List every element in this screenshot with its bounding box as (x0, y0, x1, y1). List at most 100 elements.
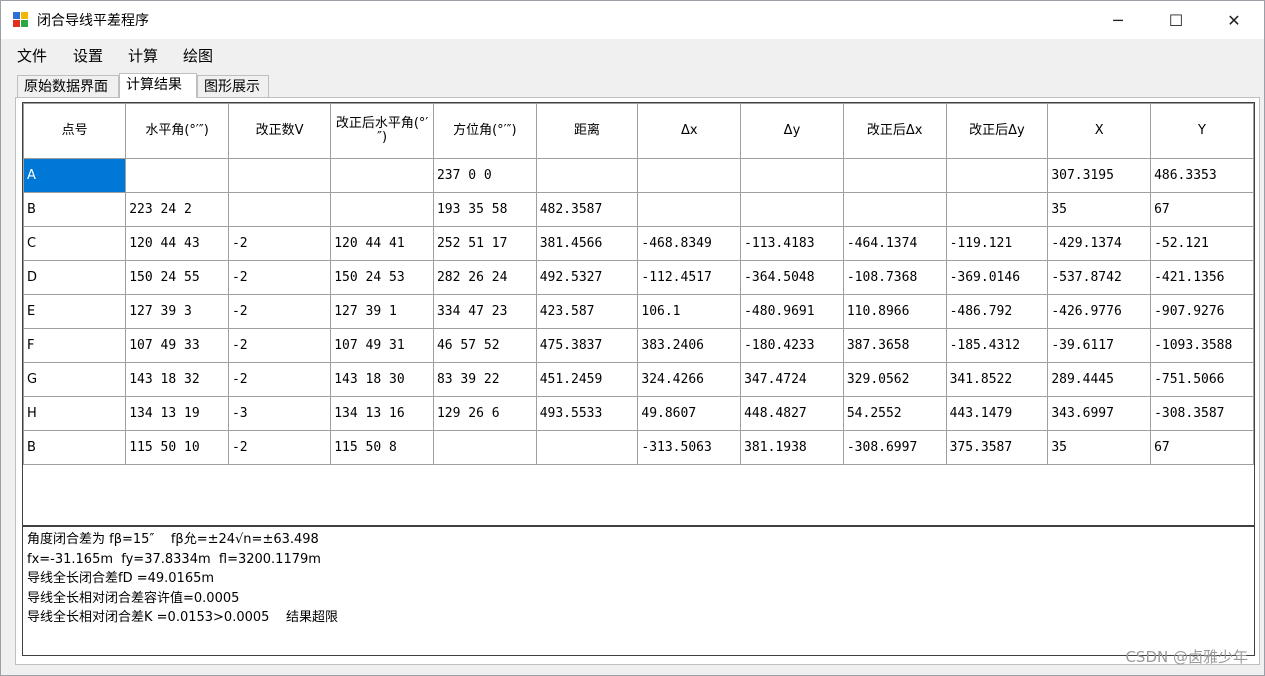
table-cell[interactable]: 115 50 10 (125, 430, 229, 465)
table-cell[interactable]: -2 (227, 328, 332, 363)
table-cell[interactable]: -2 (227, 362, 332, 397)
table-cell[interactable]: -313.5063 (637, 430, 742, 465)
column-header[interactable]: 方位角(°′″) (432, 103, 537, 159)
table-cell[interactable]: 110.8966 (842, 294, 947, 329)
table-cell[interactable]: 150 24 55 (125, 260, 229, 295)
table-cell[interactable]: -113.4183 (740, 226, 844, 261)
table-cell[interactable] (330, 158, 434, 193)
table-cell[interactable]: -1093.3588 (1150, 328, 1254, 363)
table-cell[interactable]: 150 24 53 (330, 260, 434, 295)
column-header[interactable]: 点号 (23, 103, 127, 159)
table-cell[interactable]: 127 39 1 (330, 294, 434, 329)
table-cell[interactable]: 120 44 43 (125, 226, 229, 261)
table-cell[interactable]: 381.4566 (535, 226, 639, 261)
table-cell[interactable]: -537.8742 (1047, 260, 1152, 295)
maximize-button[interactable]: ☐ (1147, 1, 1205, 39)
table-cell[interactable] (227, 192, 332, 227)
column-header[interactable]: X (1047, 103, 1152, 159)
point-name-cell[interactable]: F (23, 328, 127, 363)
table-cell[interactable]: -480.9691 (740, 294, 844, 329)
table-cell[interactable]: 329.0562 (842, 362, 947, 397)
table-cell[interactable] (842, 192, 947, 227)
table-cell[interactable] (432, 430, 537, 465)
table-cell[interactable]: -2 (227, 430, 332, 465)
table-cell[interactable] (740, 192, 844, 227)
table-cell[interactable] (535, 430, 639, 465)
table-cell[interactable]: -112.4517 (637, 260, 742, 295)
table-cell[interactable]: -2 (227, 294, 332, 329)
table-cell[interactable]: -421.1356 (1150, 260, 1254, 295)
menu-settings[interactable]: 设置 (73, 45, 103, 66)
table-cell[interactable]: 423.587 (535, 294, 639, 329)
tab-raw-data[interactable]: 原始数据界面 (17, 75, 119, 97)
point-name-cell[interactable]: D (23, 260, 127, 295)
table-cell[interactable] (125, 158, 229, 193)
table-cell[interactable]: 482.3587 (535, 192, 639, 227)
table-cell[interactable]: 307.3195 (1047, 158, 1152, 193)
table-cell[interactable]: 35 (1047, 192, 1152, 227)
point-name-cell[interactable]: B (23, 192, 127, 227)
table-cell[interactable]: -2 (227, 260, 332, 295)
table-cell[interactable] (842, 158, 947, 193)
table-cell[interactable]: 134 13 16 (330, 396, 434, 431)
table-cell[interactable]: -2 (227, 226, 332, 261)
table-cell[interactable] (227, 158, 332, 193)
point-name-cell[interactable]: G (23, 362, 127, 397)
point-name-cell[interactable]: A (23, 158, 127, 193)
table-cell[interactable]: 127 39 3 (125, 294, 229, 329)
point-name-cell[interactable]: H (23, 396, 127, 431)
column-header[interactable]: 水平角(°′″) (125, 103, 229, 159)
table-cell[interactable]: 67 (1150, 192, 1254, 227)
table-cell[interactable]: -108.7368 (842, 260, 947, 295)
table-cell[interactable]: -751.5066 (1150, 362, 1254, 397)
table-cell[interactable]: 237 0 0 (432, 158, 537, 193)
table-cell[interactable] (637, 158, 742, 193)
table-cell[interactable] (740, 158, 844, 193)
table-cell[interactable]: 83 39 22 (432, 362, 537, 397)
table-cell[interactable]: 54.2552 (842, 396, 947, 431)
table-cell[interactable]: 324.4266 (637, 362, 742, 397)
table-cell[interactable]: 35 (1047, 430, 1152, 465)
table-cell[interactable]: 448.4827 (740, 396, 844, 431)
table-cell[interactable]: 134 13 19 (125, 396, 229, 431)
table-cell[interactable]: -429.1374 (1047, 226, 1152, 261)
table-cell[interactable]: 493.5533 (535, 396, 639, 431)
table-cell[interactable]: 347.4724 (740, 362, 844, 397)
column-header[interactable]: 改正后水平角(°′″) (330, 103, 434, 159)
table-cell[interactable] (330, 192, 434, 227)
table-cell[interactable]: 443.1479 (945, 396, 1049, 431)
table-cell[interactable]: -39.6117 (1047, 328, 1152, 363)
table-cell[interactable]: 193 35 58 (432, 192, 537, 227)
table-cell[interactable]: 252 51 17 (432, 226, 537, 261)
minimize-button[interactable]: ─ (1089, 1, 1147, 39)
table-cell[interactable]: -364.5048 (740, 260, 844, 295)
point-name-cell[interactable]: B (23, 430, 127, 465)
table-cell[interactable]: -426.9776 (1047, 294, 1152, 329)
table-cell[interactable] (945, 158, 1049, 193)
table-cell[interactable] (945, 192, 1049, 227)
table-cell[interactable]: 492.5327 (535, 260, 639, 295)
results-textbox[interactable]: 角度闭合差为 fβ=15″ fβ允=±24√n=±63.498 fx=-31.1… (22, 526, 1255, 656)
column-header[interactable]: Δx (637, 103, 742, 159)
menu-file[interactable]: 文件 (17, 45, 47, 66)
point-name-cell[interactable]: C (23, 226, 127, 261)
column-header[interactable]: 改正后Δy (945, 103, 1049, 159)
table-cell[interactable]: 106.1 (637, 294, 742, 329)
title-bar[interactable]: 闭合导线平差程序 ─ ☐ ✕ (1, 1, 1264, 39)
table-cell[interactable]: 486.3353 (1150, 158, 1254, 193)
menu-calculate[interactable]: 计算 (128, 45, 158, 66)
table-cell[interactable]: -369.0146 (945, 260, 1049, 295)
table-cell[interactable]: -468.8349 (637, 226, 742, 261)
table-cell[interactable]: 341.8522 (945, 362, 1049, 397)
table-cell[interactable]: -308.6997 (842, 430, 947, 465)
table-cell[interactable]: 143 18 30 (330, 362, 434, 397)
menu-draw[interactable]: 绘图 (183, 45, 213, 66)
results-grid[interactable]: 点号 水平角(°′″) 改正数V 改正后水平角(°′″) 方位角(°′″) 距离 Δx Δy 改… (22, 102, 1255, 526)
table-cell[interactable] (637, 192, 742, 227)
column-header[interactable]: 改正数V (227, 103, 332, 159)
table-cell[interactable]: -907.9276 (1150, 294, 1254, 329)
table-cell[interactable]: 383.2406 (637, 328, 742, 363)
column-header[interactable]: 改正后Δx (842, 103, 947, 159)
point-name-cell[interactable]: E (23, 294, 127, 329)
tab-graphics[interactable]: 图形展示 (197, 75, 269, 97)
